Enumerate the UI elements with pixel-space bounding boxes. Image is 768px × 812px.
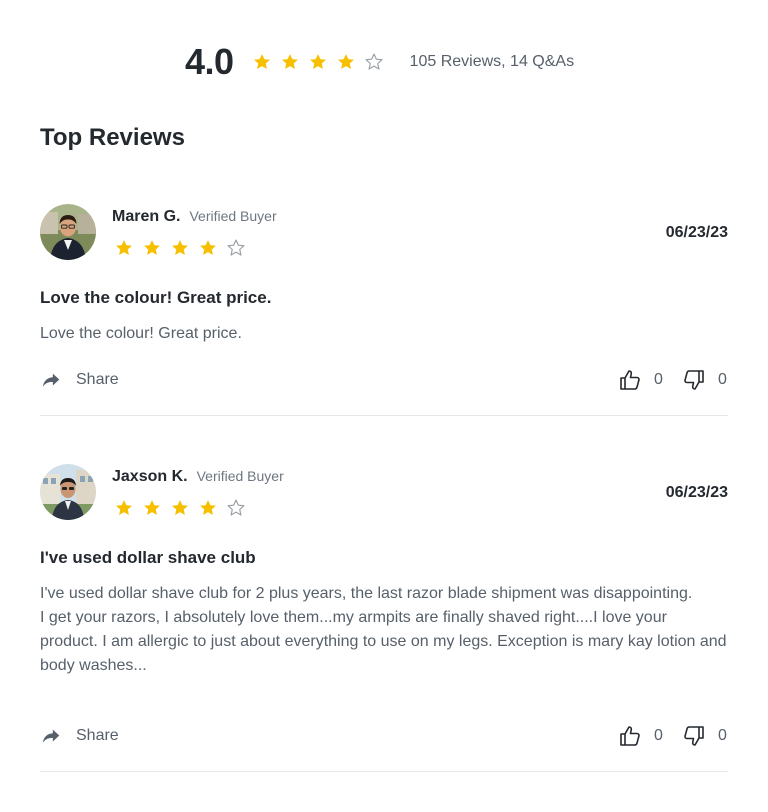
- star-empty-icon: [226, 498, 246, 518]
- review-body: Love the colour! Great price.: [40, 322, 728, 346]
- verified-buyer-badge: Verified Buyer: [196, 468, 284, 484]
- avatar: [40, 204, 96, 260]
- star-filled-icon: [142, 498, 162, 518]
- vote-buttons: 0 0: [618, 724, 728, 748]
- star-filled-icon: [142, 238, 162, 258]
- review-actions: Share 0 0: [40, 724, 728, 748]
- user-avatar-photo-icon: [40, 464, 96, 520]
- review-title: I've used dollar shave club: [40, 548, 256, 567]
- review-body: I've used dollar shave club for 2 plus y…: [40, 582, 728, 678]
- divider: [40, 771, 728, 772]
- helpful-count: 0: [654, 727, 663, 744]
- star-filled-icon: [280, 52, 300, 72]
- share-button[interactable]: Share: [40, 725, 119, 747]
- rating-summary: 4.0 105 Reviews, 14 Q&As: [185, 42, 574, 82]
- review-date: 06/23/23: [665, 484, 728, 501]
- review-actions: Share 0 0: [40, 368, 728, 392]
- star-filled-icon: [114, 238, 134, 258]
- thumbs-up-icon: [620, 370, 640, 390]
- unhelpful-count: 0: [718, 371, 727, 388]
- vote-buttons: 0 0: [618, 368, 728, 392]
- review-paragraph: Love the colour! Great price.: [40, 325, 242, 342]
- review-stars: [114, 238, 254, 258]
- reviewer-info: Maren G. Verified Buyer: [112, 208, 277, 226]
- reviewer-info: Jaxson K. Verified Buyer: [112, 468, 284, 486]
- unhelpful-button[interactable]: 0: [682, 368, 728, 392]
- unhelpful-button[interactable]: 0: [682, 724, 728, 748]
- share-arrow-icon: [42, 729, 60, 743]
- star-filled-icon: [308, 52, 328, 72]
- review-paragraph: I get your razors, I absolutely love the…: [40, 609, 727, 674]
- unhelpful-count: 0: [718, 727, 727, 744]
- verified-buyer-badge: Verified Buyer: [189, 208, 277, 224]
- avatar: [40, 464, 96, 520]
- star-filled-icon: [170, 498, 190, 518]
- review-title: Love the colour! Great price.: [40, 288, 272, 307]
- summary-stars: [252, 52, 392, 72]
- review-date: 06/23/23: [665, 224, 728, 241]
- thumbs-down-icon: [684, 370, 704, 390]
- thumbs-down-icon: [684, 726, 704, 746]
- reviewer-name: Jaxson K.: [112, 468, 188, 485]
- review-stars: [114, 498, 254, 518]
- share-arrow-icon: [42, 373, 60, 387]
- star-empty-icon: [364, 52, 384, 72]
- section-title: Top Reviews: [40, 124, 185, 151]
- helpful-count: 0: [654, 371, 663, 388]
- user-avatar-photo-icon: [40, 204, 96, 260]
- star-filled-icon: [252, 52, 272, 72]
- reviewer-name: Maren G.: [112, 208, 181, 225]
- divider: [40, 415, 728, 416]
- helpful-button[interactable]: 0: [618, 724, 664, 748]
- star-filled-icon: [336, 52, 356, 72]
- star-filled-icon: [198, 498, 218, 518]
- review-paragraph: I've used dollar shave club for 2 plus y…: [40, 585, 693, 602]
- review-count[interactable]: 105 Reviews, 14 Q&As: [410, 53, 575, 71]
- star-empty-icon: [226, 238, 246, 258]
- thumbs-up-icon: [620, 726, 640, 746]
- star-filled-icon: [170, 238, 190, 258]
- average-rating: 4.0: [185, 41, 234, 82]
- star-filled-icon: [114, 498, 134, 518]
- share-label: Share: [76, 371, 119, 388]
- share-button[interactable]: Share: [40, 369, 119, 391]
- star-filled-icon: [198, 238, 218, 258]
- share-label: Share: [76, 727, 119, 744]
- helpful-button[interactable]: 0: [618, 368, 664, 392]
